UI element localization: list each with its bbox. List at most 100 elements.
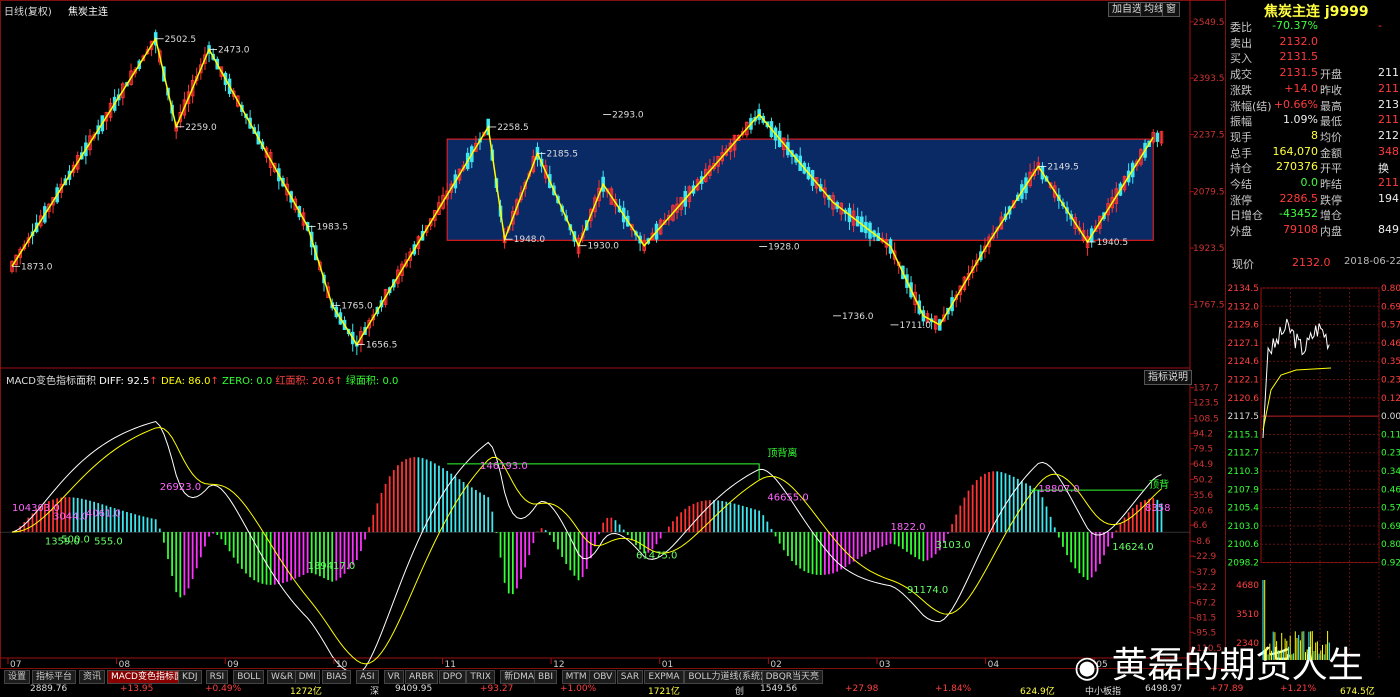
tab-19[interactable]: SAR bbox=[616, 670, 644, 684]
quote-value: 8 bbox=[1311, 128, 1318, 142]
minute-pct: 0.11 bbox=[1381, 430, 1400, 440]
status-item: 1272亿 bbox=[290, 687, 322, 697]
minute-price: 2129.6 bbox=[1228, 321, 1260, 331]
quote-value: 2132.0 bbox=[1279, 34, 1319, 48]
quote-label: 涨停 bbox=[1230, 193, 1252, 207]
quote-value2: 849 bbox=[1378, 223, 1399, 237]
area-label: 3103.0 bbox=[936, 540, 971, 551]
zigzag-label: 2185.5 bbox=[546, 149, 578, 159]
tab-4[interactable]: KDJ bbox=[178, 670, 202, 684]
date-tick-label: 03 bbox=[879, 660, 890, 670]
macd-green-area: 绿面积: 0.0 bbox=[345, 376, 399, 387]
zigzag-label: 1940.5 bbox=[1097, 238, 1129, 248]
macd-tick-label: -22.9 bbox=[1193, 552, 1217, 562]
tab-7[interactable]: W&R bbox=[267, 670, 298, 684]
tab-14[interactable]: TRIX bbox=[466, 670, 495, 684]
macd-tick-label: -67.2 bbox=[1193, 599, 1216, 609]
tab-2[interactable]: 资讯 bbox=[79, 670, 106, 684]
now-label: 现价 bbox=[1232, 258, 1254, 271]
minute-pct: 0.92 bbox=[1381, 559, 1400, 569]
quote-value: 270376 bbox=[1276, 160, 1318, 174]
minute-vol-label: 3510 bbox=[1236, 610, 1259, 620]
indicator-help-button[interactable]: 指标说明 bbox=[1144, 370, 1192, 385]
k-tick-label: 2237.5 bbox=[1193, 131, 1225, 141]
tab-15[interactable]: 新DMA bbox=[500, 670, 539, 684]
now-price: 2132.0 bbox=[1292, 256, 1331, 269]
minute-pct: 0.57 bbox=[1381, 504, 1400, 514]
tab-0[interactable]: 设置 bbox=[4, 670, 31, 684]
area-label: 146193.0 bbox=[480, 461, 528, 472]
minute-chart: 2134.5 0.80 2132.0 0.69 2129.6 0.57 2127.1 0.46… bbox=[1228, 284, 1400, 660]
area-label: 3044.0 bbox=[53, 512, 88, 523]
tab-22[interactable]: DBQR当天亮 bbox=[761, 670, 824, 684]
quote-value: 2131.5 bbox=[1279, 50, 1319, 64]
tab-10[interactable]: ASI bbox=[356, 670, 379, 684]
area-label: 91174.0 bbox=[907, 585, 948, 596]
tab-1[interactable]: 指标平台 bbox=[32, 670, 77, 684]
minute-vol-label: 4680 bbox=[1236, 581, 1259, 591]
tab-21[interactable]: BOLL力道线(系统) bbox=[684, 670, 768, 684]
minute-price-line bbox=[1262, 318, 1330, 439]
minute-pct: 0.69 bbox=[1381, 302, 1400, 312]
quote-label2: 最低 bbox=[1320, 115, 1342, 129]
minute-pct: 0.46 bbox=[1381, 339, 1400, 349]
chart-canvas[interactable]: 2549.5 2393.5 2237.5 2079.5 1923.5 1767.5 1873… bbox=[0, 0, 1226, 670]
zigzag-label: 1711.0 bbox=[900, 321, 932, 331]
minute-pct: 0.23 bbox=[1381, 449, 1400, 459]
macd-tick-label: 64.9 bbox=[1193, 460, 1213, 470]
tab-12[interactable]: ARBR bbox=[405, 670, 438, 684]
quote-value: +0.66% bbox=[1273, 97, 1318, 111]
tab-11[interactable]: VR bbox=[383, 670, 405, 684]
quote-label: 总手 bbox=[1230, 146, 1252, 160]
quote-label2: 金额 bbox=[1320, 146, 1342, 160]
tab-9[interactable]: BIAS bbox=[322, 670, 351, 684]
zigzag-label: 1656.5 bbox=[366, 341, 398, 351]
macd-tick-label: 6.6 bbox=[1193, 521, 1208, 531]
minute-pct: 0.12 bbox=[1381, 394, 1400, 404]
quote-value2: 211 bbox=[1378, 81, 1399, 95]
weibo-icon: ◉ bbox=[1074, 650, 1101, 685]
area-label: 4061.0 bbox=[86, 508, 121, 519]
zigzag-label: 2149.5 bbox=[1047, 162, 1079, 172]
macd-tick-label: 79.5 bbox=[1193, 445, 1213, 455]
minute-price: 2100.6 bbox=[1228, 540, 1260, 550]
status-item: 创 bbox=[735, 687, 745, 697]
zigzag-label: 1873.0 bbox=[21, 262, 53, 272]
quote-label: 今结 bbox=[1230, 178, 1252, 191]
quote-label2: 均价 bbox=[1320, 130, 1342, 144]
zigzag-label: 2258.5 bbox=[497, 123, 529, 133]
date-tick-label: 08 bbox=[119, 660, 131, 670]
tab-16[interactable]: BBI bbox=[534, 670, 558, 684]
date-tick-label: 10 bbox=[336, 660, 348, 670]
zigzag-label: 1930.0 bbox=[588, 242, 620, 252]
indicator-tabs: 设置 指标平台 资讯 MACD变色指标面积 KDJ RSI BOLL W&R DMI BIAS AS… bbox=[0, 670, 1190, 684]
quote-value: -70.37% bbox=[1272, 19, 1318, 32]
tab-20[interactable]: EXPMA bbox=[644, 670, 684, 684]
zigzag-label: 1948.0 bbox=[514, 235, 546, 245]
minute-price: 2098.2 bbox=[1228, 559, 1260, 569]
minute-pct: 0.80 bbox=[1381, 540, 1400, 550]
minute-price: 2120.6 bbox=[1228, 394, 1260, 404]
minute-pct: 0.00 bbox=[1381, 412, 1400, 422]
status-item: 1721亿 bbox=[648, 687, 680, 697]
candle-body bbox=[1155, 132, 1160, 142]
minute-pct: 0.46 bbox=[1381, 485, 1400, 495]
quote-row: 外盘 79108 内盘 849 bbox=[1226, 223, 1400, 241]
quote-value2: 211 bbox=[1378, 113, 1399, 127]
minute-price: 2103.0 bbox=[1228, 522, 1260, 532]
divergence-label: 顶背离 bbox=[767, 447, 797, 460]
tab-6[interactable]: BOLL bbox=[233, 670, 265, 684]
tab-18[interactable]: OBV bbox=[589, 670, 617, 684]
macd-dea: DEA: 86.0 bbox=[160, 376, 211, 387]
k-tick-label: 1923.5 bbox=[1193, 244, 1225, 254]
quote-value2: 换 bbox=[1378, 162, 1389, 176]
tab-13[interactable]: DPO bbox=[438, 670, 467, 684]
quote-label: 成交 bbox=[1230, 68, 1252, 82]
quote-label: 买入 bbox=[1230, 52, 1252, 66]
tab-17[interactable]: MTM bbox=[561, 670, 591, 684]
tab-5[interactable]: RSI bbox=[205, 670, 229, 684]
date-tick-label: 01 bbox=[662, 660, 673, 670]
quote-value2: 213 bbox=[1378, 97, 1399, 111]
tab-8[interactable]: DMI bbox=[294, 670, 320, 684]
quote-label: 外盘 bbox=[1230, 225, 1252, 239]
